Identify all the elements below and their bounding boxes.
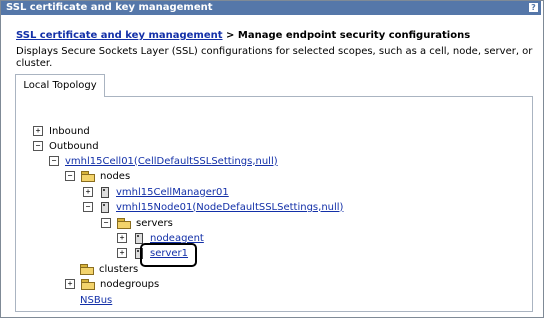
tree-item-node: − vmhl15Node01(NodeDefaultSSLSettings,nu… [83,200,343,214]
expand-icon[interactable]: + [33,126,43,136]
collapse-icon[interactable]: − [33,141,43,151]
tab-local-topology[interactable]: Local Topology [15,74,105,97]
tree-item-outbound: − Outbound [33,139,99,153]
open-folder-icon [117,218,131,229]
breadcrumb-separator: > [226,30,235,41]
tree-link-cell[interactable]: vmhl15Cell01(CellDefaultSSLSettings,null… [65,156,278,167]
expand-icon[interactable]: + [117,248,127,258]
breadcrumb-link-ssl[interactable]: SSL certificate and key management [16,30,223,41]
breadcrumb-current: Manage endpoint security configurations [237,30,471,41]
tree-label-outbound: Outbound [49,140,99,152]
folder-icon [81,171,95,182]
folder-icon [80,264,94,275]
tree-link-nodeagent[interactable]: nodeagent [150,233,204,244]
tree-item-clusters: clusters [80,262,138,276]
tree-item-nodes: − nodes [65,169,130,183]
tree-label-nodes: nodes [100,170,131,182]
expand-icon[interactable]: + [83,187,93,197]
tree-item-servers: − servers [101,216,173,230]
tree-label-nodegroups: nodegroups [100,278,160,290]
tree-link-nsbus[interactable]: NSBus [80,295,112,306]
folder-icon [81,279,95,290]
tree-item-nsbus: NSBus [80,293,112,307]
help-icon[interactable]: ? [529,3,538,12]
tree-link-cell-manager[interactable]: vmhl15CellManager01 [116,187,229,198]
tree-label-clusters: clusters [99,263,139,275]
breadcrumb: SSL certificate and key management > Man… [16,30,470,41]
tree-label-inbound: Inbound [49,125,90,137]
window-title: SSL certificate and key management [6,2,213,13]
collapse-icon[interactable]: − [65,171,75,181]
collapse-icon[interactable]: − [101,218,111,228]
collapse-icon[interactable]: − [49,156,59,166]
page-description: Displays Secure Sockets Layer (SSL) conf… [16,46,533,69]
tree-item-inbound: + Inbound [33,124,90,138]
tree-item-nodegroups: + nodegroups [65,277,159,291]
collapse-icon[interactable]: − [83,202,93,212]
expand-icon[interactable]: + [117,233,127,243]
tree-item-cell: − vmhl15Cell01(CellDefaultSSLSettings,nu… [49,154,278,168]
title-bar: SSL certificate and key management ? [1,1,541,15]
node-icon [99,201,111,213]
expand-icon[interactable]: + [65,279,75,289]
tree-label-servers: servers [136,217,173,229]
tree-link-node[interactable]: vmhl15Node01(NodeDefaultSSLSettings,null… [116,202,343,213]
node-icon [99,186,111,198]
highlight-outline [140,243,197,267]
tree-item-cell-manager: + vmhl15CellManager01 [83,185,229,199]
